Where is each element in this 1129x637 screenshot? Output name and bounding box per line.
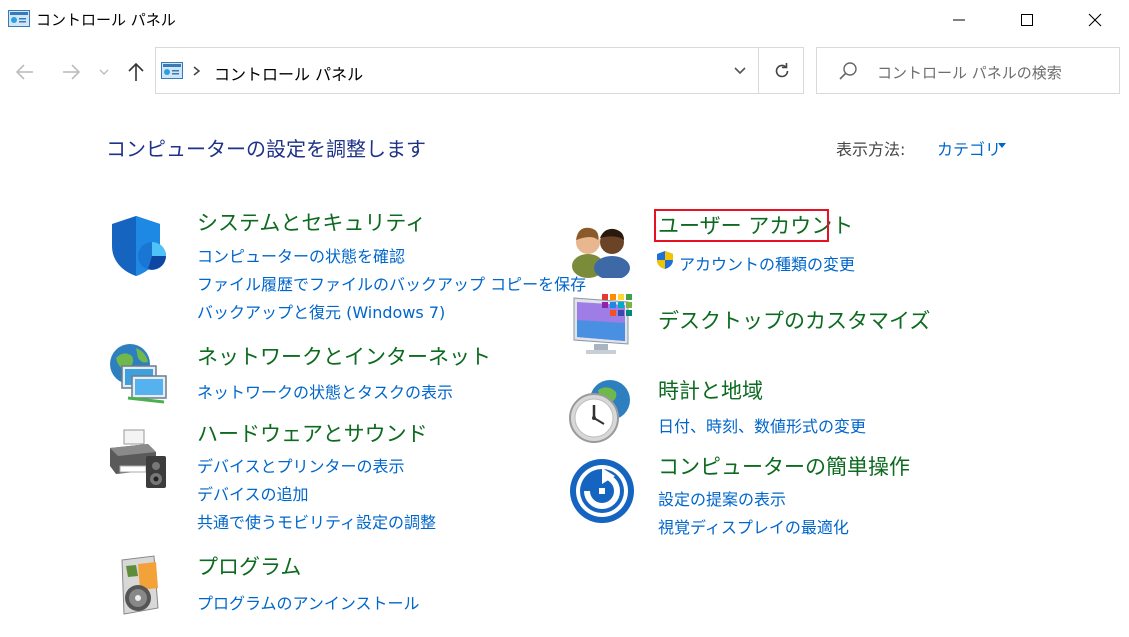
page-title: コンピューターの設定を調整します bbox=[106, 137, 426, 161]
category-ease-of-access[interactable]: コンピューターの簡単操作 bbox=[658, 451, 910, 481]
up-button[interactable] bbox=[122, 58, 150, 86]
link-file-history[interactable]: ファイル履歴でファイルのバックアップ コピーを保存 bbox=[197, 271, 586, 295]
control-panel-icon bbox=[8, 10, 30, 27]
category-network-internet[interactable]: ネットワークとインターネット bbox=[197, 341, 491, 371]
close-icon bbox=[1088, 13, 1102, 27]
maximize-icon bbox=[1021, 14, 1033, 26]
link-devices-printers[interactable]: デバイスとプリンターの表示 bbox=[197, 453, 405, 477]
link-backup-restore[interactable]: バックアップと復元 (Windows 7) bbox=[197, 299, 445, 323]
refresh-button[interactable] bbox=[759, 48, 804, 93]
category-hardware-sound[interactable]: ハードウェアとサウンド bbox=[197, 418, 428, 448]
close-button[interactable] bbox=[1060, 0, 1129, 40]
chevron-right-icon[interactable] bbox=[192, 62, 202, 80]
address-bar[interactable]: コントロール パネル bbox=[155, 47, 804, 94]
forward-button[interactable] bbox=[56, 58, 86, 86]
arrow-right-icon bbox=[63, 64, 81, 80]
search-icon bbox=[839, 62, 857, 80]
link-settings-suggestions[interactable]: 設定の提案の表示 bbox=[658, 486, 786, 510]
search-input[interactable]: コントロール パネルの検索 bbox=[877, 62, 1062, 83]
link-add-device[interactable]: デバイスの追加 bbox=[197, 481, 309, 505]
clock-globe-icon[interactable] bbox=[568, 378, 634, 444]
view-by-dropdown[interactable]: カテゴリ bbox=[937, 136, 1001, 160]
minimize-icon bbox=[953, 19, 965, 21]
recent-locations-button[interactable] bbox=[94, 58, 114, 86]
link-date-time-format[interactable]: 日付、時刻、数値形式の変更 bbox=[658, 413, 866, 437]
network-globe-icon[interactable] bbox=[106, 340, 172, 406]
chevron-down-icon bbox=[99, 69, 109, 75]
category-programs[interactable]: プログラム bbox=[197, 551, 301, 581]
uac-shield-icon bbox=[657, 251, 673, 269]
link-check-status[interactable]: コンピューターの状態を確認 bbox=[197, 243, 405, 267]
refresh-icon bbox=[775, 62, 788, 77]
link-optimize-display[interactable]: 視覚ディスプレイの最適化 bbox=[658, 514, 849, 538]
printer-speaker-icon[interactable] bbox=[106, 426, 172, 492]
category-system-security[interactable]: システムとセキュリティ bbox=[197, 207, 426, 237]
highlight-box bbox=[654, 209, 829, 242]
link-uninstall-program[interactable]: プログラムのアンインストール bbox=[197, 590, 420, 614]
shield-security-icon[interactable] bbox=[108, 212, 174, 278]
back-button[interactable] bbox=[10, 58, 40, 86]
programs-disc-icon[interactable] bbox=[108, 552, 174, 618]
category-clock-region[interactable]: 時計と地域 bbox=[658, 375, 763, 405]
desktop-monitor-icon[interactable] bbox=[570, 292, 636, 358]
search-box[interactable]: コントロール パネルの検索 bbox=[816, 47, 1120, 94]
users-icon[interactable] bbox=[568, 212, 634, 278]
breadcrumb-control-panel[interactable]: コントロール パネル bbox=[214, 61, 363, 85]
window-title: コントロール パネル bbox=[36, 11, 176, 29]
link-network-status[interactable]: ネットワークの状態とタスクの表示 bbox=[197, 379, 453, 403]
title-bar: コントロール パネル bbox=[0, 0, 1129, 40]
category-desktop-customization[interactable]: デスクトップのカスタマイズ bbox=[658, 305, 930, 335]
chevron-down-icon bbox=[734, 66, 746, 74]
view-by-label: 表示方法: bbox=[836, 140, 906, 159]
minimize-button[interactable] bbox=[924, 0, 994, 40]
maximize-button[interactable] bbox=[992, 0, 1062, 40]
control-panel-icon bbox=[161, 62, 183, 79]
dropdown-arrow-icon[interactable] bbox=[998, 143, 1006, 149]
ease-of-access-icon[interactable] bbox=[569, 458, 635, 524]
arrow-up-icon bbox=[128, 62, 144, 81]
link-change-account-type[interactable]: アカウントの種類の変更 bbox=[679, 251, 855, 275]
link-mobility-settings[interactable]: 共通で使うモビリティ設定の調整 bbox=[197, 509, 436, 533]
arrow-left-icon bbox=[15, 64, 33, 80]
address-dropdown-button[interactable] bbox=[722, 48, 758, 93]
